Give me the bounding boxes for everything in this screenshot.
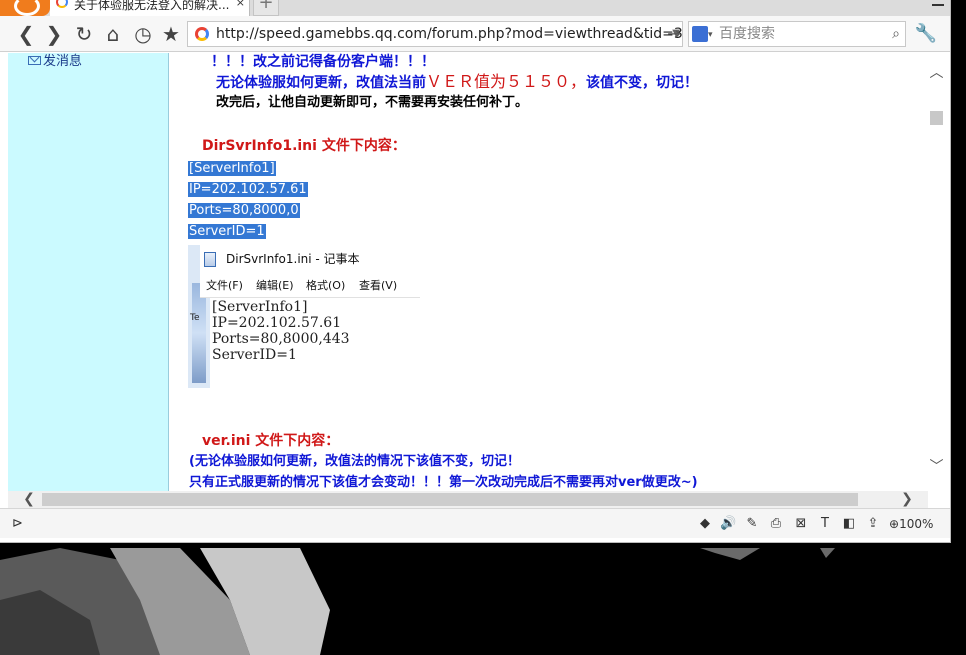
notepad-screenshot: Te DirSvrInfo1.ini - 记事本 文件(F) 编辑(E) 格式(… bbox=[188, 245, 420, 388]
vertical-scroll-thumb[interactable] bbox=[930, 111, 943, 125]
notepad-text-line: Ports=80,8000,443 bbox=[212, 331, 350, 347]
home-icon[interactable]: ⌂ bbox=[101, 22, 125, 46]
address-url: http://speed.gamebbs.qq.com/forum.php?mo… bbox=[216, 26, 683, 42]
dirsvr-heading: DirSvrInfo1.ini 文件下内容： bbox=[202, 138, 406, 154]
scroll-up-icon[interactable]: ︿ bbox=[928, 63, 945, 83]
block-icon[interactable]: ⊠ bbox=[793, 516, 809, 532]
zoom-level: 100% bbox=[899, 517, 934, 531]
ver-heading: ver.ini 文件下内容： bbox=[202, 433, 340, 449]
search-box[interactable]: 百度搜索 ⌕ bbox=[688, 21, 906, 47]
page-favicon-icon bbox=[56, 0, 68, 8]
go-arrow-icon[interactable]: → bbox=[662, 21, 686, 47]
back-icon[interactable]: ❮ bbox=[14, 22, 38, 46]
minimize-icon[interactable] bbox=[928, 0, 950, 12]
volume-icon[interactable]: 🔊 bbox=[720, 516, 736, 532]
send-message-link[interactable]: 发消息 bbox=[28, 53, 82, 71]
scroll-right-icon[interactable]: ❯ bbox=[898, 491, 916, 508]
code-line-text: IP=202.102.57.61 bbox=[188, 182, 308, 197]
horizontal-scrollbar[interactable]: ❮ ❯ bbox=[8, 491, 928, 508]
ver-explanation-1: (无论体验服如何更新，改值法的情况下该值不变，切记！ bbox=[189, 454, 520, 469]
history-clock-icon[interactable]: ◷ bbox=[131, 22, 155, 46]
notepad-menu-format: 格式(O) bbox=[306, 279, 346, 292]
forward-icon[interactable]: ❯ bbox=[42, 22, 66, 46]
notepad-menu-edit: 编辑(E) bbox=[256, 279, 294, 292]
ver-note-line: 无论体验服如何更新，改值法当前ＶＥＲ值为５１５０，该值不变，切记！ bbox=[216, 72, 698, 93]
zoom-in-icon[interactable]: ⊕ bbox=[889, 517, 899, 531]
search-engine-icon[interactable] bbox=[692, 23, 713, 47]
split-view-icon[interactable]: ◧ bbox=[841, 516, 857, 532]
address-favicon-icon bbox=[195, 27, 209, 41]
sidebar-toggle-icon[interactable]: ⊳ bbox=[12, 515, 30, 533]
notepad-titlebar: DirSvrInfo1.ini - 记事本 bbox=[200, 245, 420, 274]
notepad-text: [ServerInfo1] IP=202.102.57.61 Ports=80,… bbox=[212, 299, 420, 388]
tools-wrench-icon[interactable]: 🔧 bbox=[914, 22, 938, 46]
favorites-star-icon[interactable]: ★ bbox=[159, 22, 183, 46]
scroll-left-icon[interactable]: ❮ bbox=[20, 491, 38, 508]
mail-icon bbox=[28, 56, 41, 65]
page-viewport: 发消息 ！！！改之前记得备份客户端！！！ 无论体验服如何更新，改值法当前ＶＥＲ值… bbox=[8, 53, 928, 491]
browser-window: 关于体验服无法登入的解决... × + ❮ ❯ ↻ ⌂ ◷ ★ http://s… bbox=[0, 0, 951, 543]
search-input[interactable]: 百度搜索 bbox=[719, 22, 775, 46]
back-to-top-icon[interactable]: ⇪ bbox=[865, 516, 881, 532]
code-line[interactable]: IP=202.102.57.61 bbox=[188, 179, 308, 199]
tab-close-icon[interactable]: × bbox=[236, 0, 245, 8]
horizontal-scroll-thumb[interactable] bbox=[42, 493, 858, 506]
ver-value: ＶＥＲ值为５１５０， bbox=[426, 72, 587, 91]
status-bar: ⊳ ◆ 🔊 ✎ ⎙ ⊠ T ◧ ⇪ ⊕100% bbox=[0, 508, 950, 538]
notepad-text-line: IP=202.102.57.61 bbox=[212, 315, 342, 331]
bookmark-icon[interactable]: ⎙ bbox=[768, 516, 784, 532]
refresh-icon[interactable]: ↻ bbox=[72, 22, 96, 46]
notepad-text-line: ServerID=1 bbox=[212, 347, 297, 363]
notepad-menu-file: 文件(F) bbox=[206, 279, 243, 292]
code-line-text: Ports=80,8000,0 bbox=[188, 203, 300, 218]
send-message-label: 发消息 bbox=[43, 54, 83, 69]
left-user-panel: 发消息 bbox=[8, 53, 169, 491]
notepad-menu-view: 查看(V) bbox=[359, 279, 398, 292]
address-bar[interactable]: http://speed.gamebbs.qq.com/forum.php?mo… bbox=[187, 21, 683, 47]
ver-note-a: 无论体验服如何更新，改值法当前 bbox=[216, 75, 426, 91]
ver-note-c: 该值不变，切记！ bbox=[586, 75, 699, 91]
code-line-text: [ServerInfo1] bbox=[188, 161, 276, 176]
code-line[interactable]: ServerID=1 bbox=[188, 221, 266, 241]
backup-warning: ！！！改之前记得备份客户端！！！ bbox=[211, 54, 435, 70]
auto-update-note: 改完后，让他自动更新即可，不需要再安装任何补丁。 bbox=[216, 95, 529, 110]
notepad-side-label: Te bbox=[190, 313, 200, 323]
tab-active[interactable]: 关于体验服无法登入的解决... × bbox=[50, 0, 250, 16]
notepad-file-icon bbox=[204, 252, 216, 267]
zoom-control[interactable]: ⊕100% bbox=[889, 515, 933, 533]
new-tab-button[interactable]: + bbox=[253, 0, 279, 16]
search-icon[interactable]: ⌕ bbox=[892, 22, 900, 46]
navigation-bar: ❮ ❯ ↻ ⌂ ◷ ★ http://speed.gamebbs.qq.com/… bbox=[0, 16, 950, 52]
tab-title: 关于体验服无法登入的解决... bbox=[74, 0, 230, 12]
code-line-text: ServerID=1 bbox=[188, 224, 266, 239]
speed-mode-icon[interactable]: ◆ bbox=[697, 516, 713, 532]
edit-icon[interactable]: ✎ bbox=[744, 516, 760, 532]
text-mode-icon[interactable]: T bbox=[817, 516, 833, 532]
code-line[interactable]: [ServerInfo1] bbox=[188, 158, 276, 178]
notepad-title: DirSvrInfo1.ini - 记事本 bbox=[226, 252, 360, 266]
vertical-scrollbar[interactable]: ︿ ﹀ bbox=[928, 53, 945, 491]
browser-logo-icon[interactable] bbox=[0, 0, 50, 16]
scroll-down-icon[interactable]: ﹀ bbox=[928, 457, 945, 477]
notepad-text-line: [ServerInfo1] bbox=[212, 299, 308, 315]
ver-explanation-2: 只有正式服更新的情况下该值才会变动！！！第一次改动完成后不需要再对ver做更改~… bbox=[189, 475, 698, 490]
notepad-menubar: 文件(F) 编辑(E) 格式(O) 查看(V) bbox=[200, 274, 420, 298]
code-line[interactable]: Ports=80,8000,0 bbox=[188, 200, 300, 220]
tab-strip: 关于体验服无法登入的解决... × + bbox=[0, 0, 950, 16]
